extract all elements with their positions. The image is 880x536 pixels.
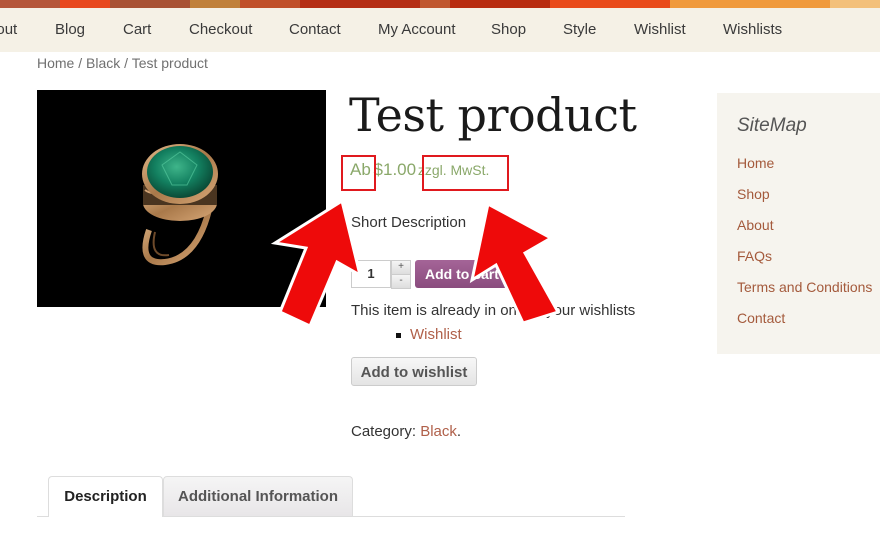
quantity-increase-button[interactable]: + [391,260,411,275]
breadcrumb-separator: / [74,55,87,71]
sitemap-link-terms[interactable]: Terms and Conditions [737,279,872,295]
sitemap-link-faqs[interactable]: FAQs [737,248,772,264]
breadcrumb-home[interactable]: Home [37,55,74,71]
product-category: Category: Black. [351,423,461,440]
short-description: Short Description [351,214,467,231]
nav-item-cart[interactable]: Cart [123,21,151,38]
annotation-box-suffix [422,155,509,191]
wishlist-notice: This item is already in one of your wish… [351,302,636,319]
breadcrumb: Home / Black / Test product [37,55,208,71]
category-label: Category: [351,423,417,440]
nav-item-style[interactable]: Style [563,21,596,38]
quantity-decrease-button[interactable]: - [391,274,411,289]
list-bullet [396,333,401,338]
product-title: Test product [349,88,637,142]
tab-description[interactable]: Description [48,476,163,517]
annotation-box-prefix [341,155,376,191]
category-link[interactable]: Black [420,423,457,440]
product-image[interactable] [37,90,326,307]
nav-item-blog[interactable]: Blog [55,21,85,38]
nav-item-contact[interactable]: Contact [289,21,341,38]
add-to-wishlist-button[interactable]: Add to wishlist [351,357,477,386]
nav-item-about[interactable]: About [0,21,17,38]
breadcrumb-category[interactable]: Black [86,55,120,71]
tab-additional-information[interactable]: Additional Information [163,476,353,516]
sitemap-title: SiteMap [737,115,807,136]
sitemap-link-home[interactable]: Home [737,155,774,171]
sitemap-link-shop[interactable]: Shop [737,186,770,202]
category-period: . [456,423,462,440]
add-to-cart-button[interactable]: Add to cart [415,260,525,288]
nav-item-my-account[interactable]: My Account [378,21,456,38]
breadcrumb-separator: / [120,55,132,71]
main-nav: About Blog Cart Checkout Contact My Acco… [0,8,880,52]
nav-item-checkout[interactable]: Checkout [189,21,252,38]
sitemap-link-contact[interactable]: Contact [737,310,785,326]
sitemap-link-about[interactable]: About [737,217,774,233]
nav-item-wishlists[interactable]: Wishlists [723,21,782,38]
breadcrumb-current: Test product [131,55,208,71]
ring-image [142,144,218,266]
nav-item-wishlist[interactable]: Wishlist [634,21,686,38]
wishlist-link[interactable]: Wishlist [410,326,462,343]
nav-item-shop[interactable]: Shop [491,21,526,38]
price-amount: $1.00 [373,160,417,179]
sitemap-widget: SiteMap Home Shop About FAQs Terms and C… [717,93,880,354]
header-banner [0,0,880,8]
quantity-input[interactable]: 1 [351,260,391,288]
